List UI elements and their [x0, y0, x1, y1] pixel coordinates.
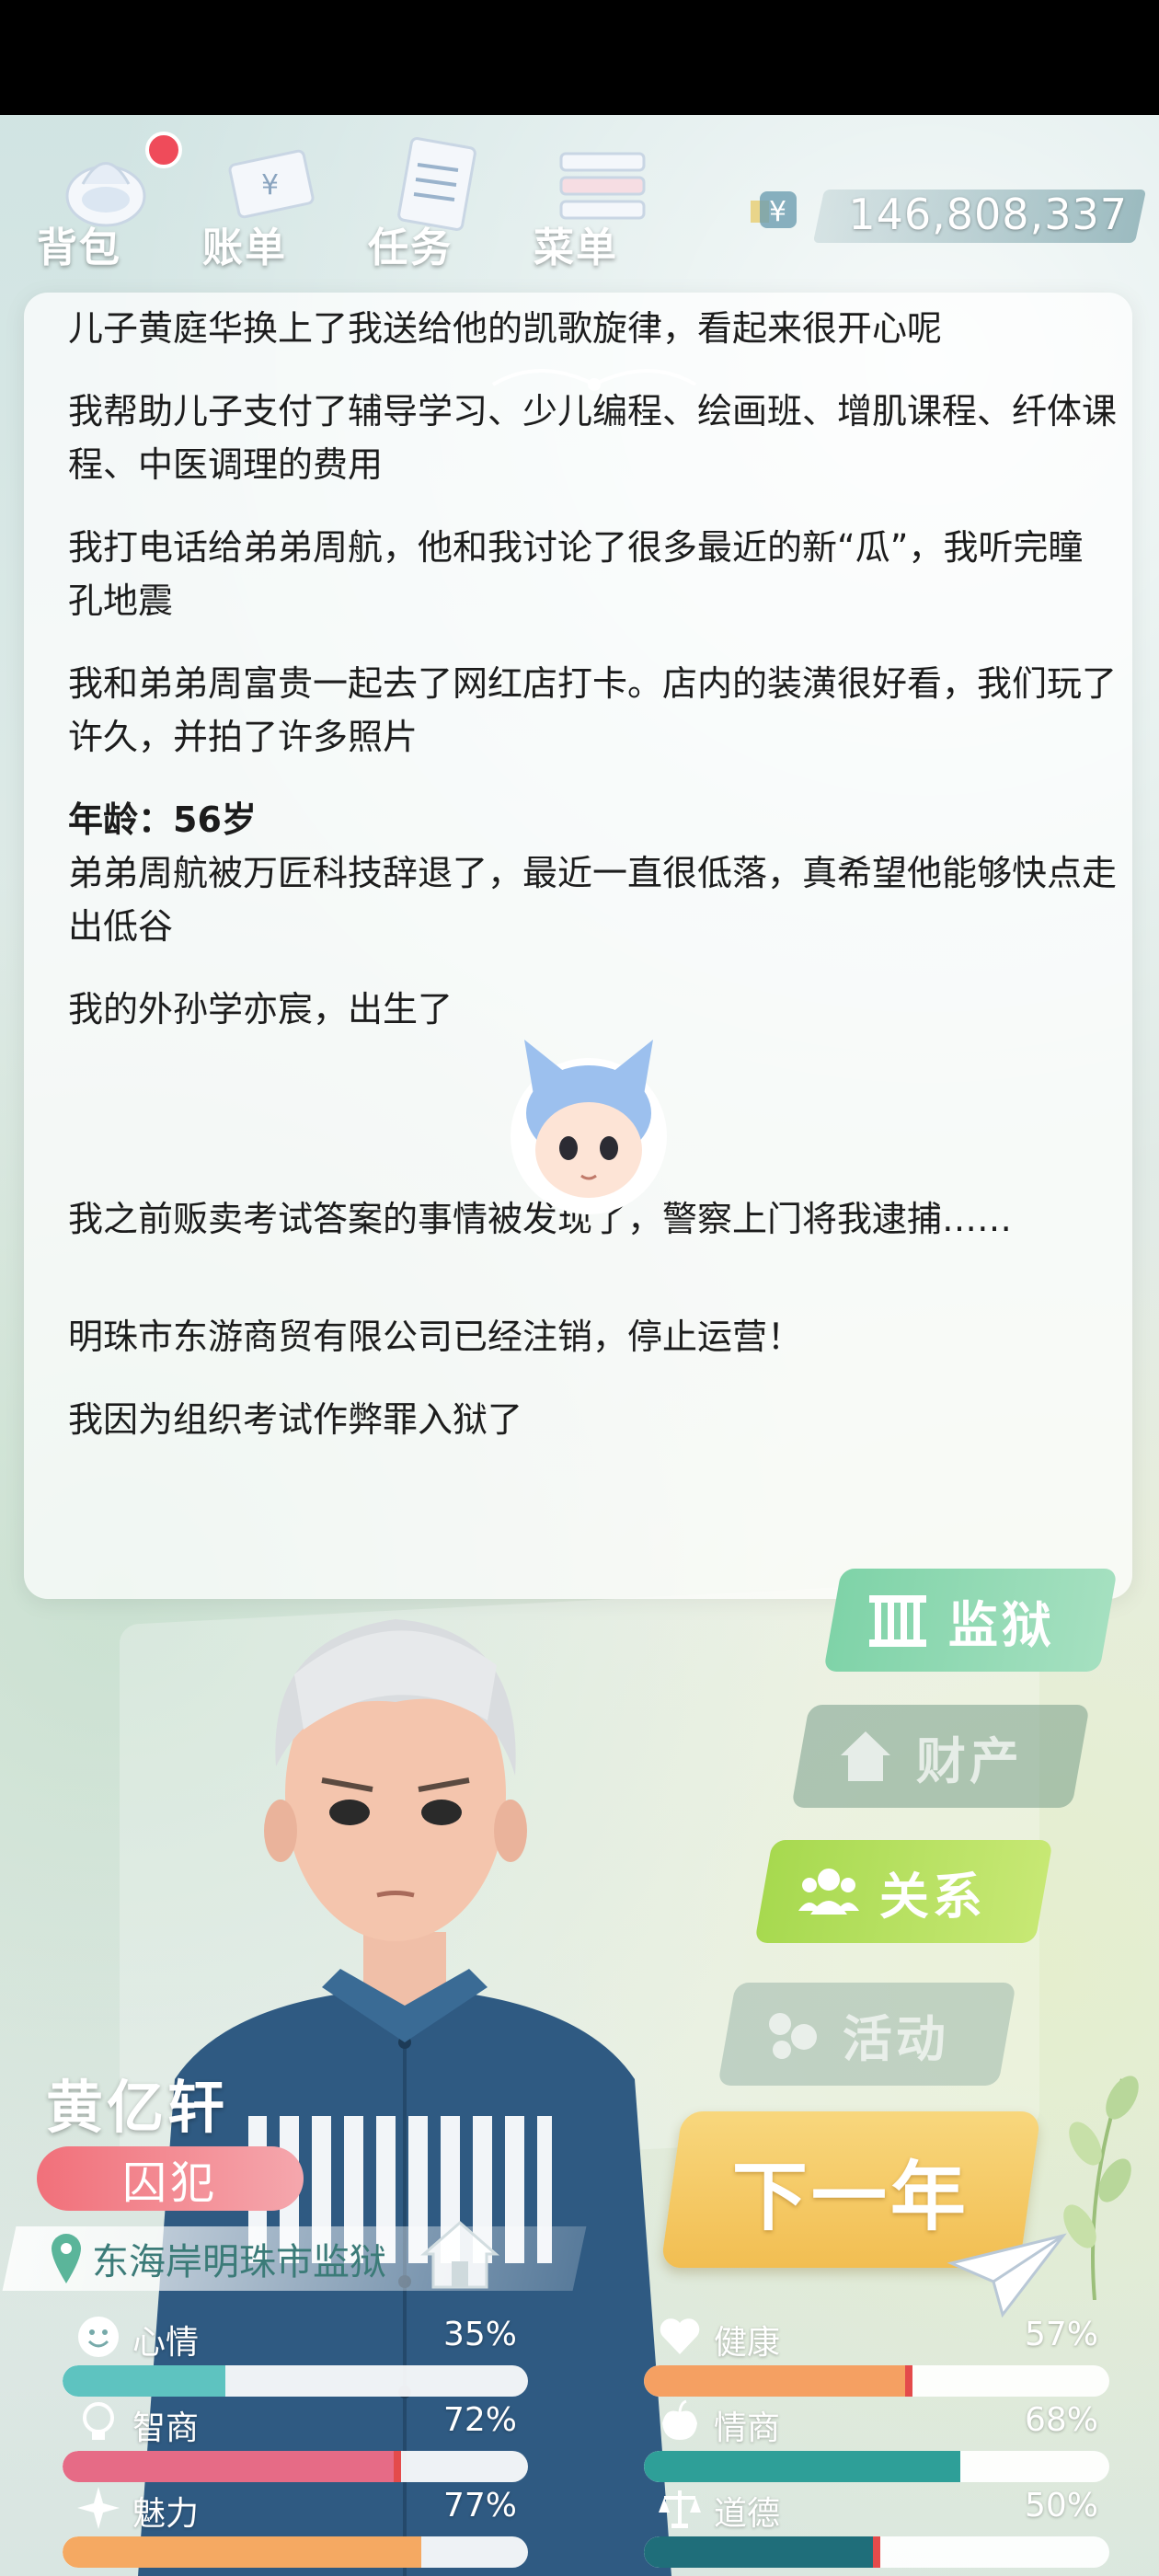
- next-year-label: 下一年: [731, 2153, 970, 2241]
- log-entry: 我打电话给弟弟周航，他和我讨论了很多最近的新“瓜”，我听完瞳孔地震: [68, 527, 1084, 621]
- activity-label: 活动: [843, 2009, 949, 2068]
- location-pin-icon: [52, 2234, 81, 2283]
- menu-label: 菜单: [534, 224, 618, 271]
- house-icon: [841, 1731, 890, 1781]
- svg-text:¥: ¥: [769, 196, 786, 228]
- status-badge: 囚犯: [37, 2146, 304, 2211]
- home-icon[interactable]: [419, 2217, 501, 2291]
- stat-bar: [644, 2365, 1109, 2397]
- stat-health: 健康 57%: [613, 2314, 1109, 2398]
- relation-label: 关系: [879, 1867, 986, 1926]
- smile-icon: [78, 2317, 119, 2357]
- task-button[interactable]: 任务: [359, 124, 478, 281]
- stat-charm: 魅力 77%: [31, 2485, 528, 2570]
- event-log: 儿子黄庭华换上了我送给他的凯歌旋律，看起来很开心呢 我帮助儿子支付了辅导学习、少…: [68, 308, 1118, 1476]
- baby-avatar-icon: [511, 1040, 667, 1214]
- sparkle-icon: [77, 2487, 120, 2529]
- stat-bar: [644, 2451, 1109, 2482]
- activity-button[interactable]: 活动: [717, 1983, 1016, 2086]
- log-entry: 弟弟周航被万匠科技辞退了，最近一直很低落，真希望他能够快点走出低谷: [68, 853, 1118, 947]
- top-toolbar: 背包 ¥ 账单 任务 菜单: [28, 124, 671, 281]
- stat-marker: [905, 2365, 913, 2397]
- scale-icon: [659, 2490, 701, 2528]
- stat-marker: [873, 2536, 880, 2568]
- prison-label: 监狱: [948, 1595, 1055, 1654]
- bill-button[interactable]: ¥ 账单: [193, 124, 315, 281]
- status-bar: [0, 0, 1159, 115]
- backpack-label: 背包: [37, 224, 121, 271]
- people-icon: [798, 1869, 859, 1915]
- log-entry: 我的外孙学亦宸，出生了: [68, 989, 453, 1029]
- backpack-button[interactable]: 背包: [28, 124, 182, 281]
- stat-morality: 道德 50%: [613, 2485, 1109, 2570]
- log-entry: 我和弟弟周富贵一起去了网红店打卡。店内的装潢很好看，我们玩了许久，并拍了许多照片: [68, 663, 1118, 757]
- stat-bar: [63, 2536, 528, 2568]
- stat-fill: [63, 2451, 398, 2482]
- stats-panel: 心情 35% 健康 57% 智商 72% 情商 68% 魅力 77% 道德 50…: [31, 2305, 1135, 2576]
- bulb-icon: [83, 2402, 114, 2440]
- apple-icon: [662, 2399, 697, 2440]
- stat-fill: [644, 2451, 961, 2482]
- status-label: 囚犯: [121, 2157, 218, 2209]
- stat-fill: [63, 2365, 226, 2397]
- event-log-panel[interactable]: 儿子黄庭华换上了我送给他的凯歌旋律，看起来很开心呢 我帮助儿子支付了辅导学习、少…: [24, 293, 1132, 1599]
- stat-bar: [63, 2365, 528, 2397]
- age-title: 年龄：56岁: [68, 799, 257, 840]
- stat-eq: 情商 68%: [613, 2399, 1109, 2484]
- svg-text:¥: ¥: [261, 169, 279, 201]
- log-entry: 我帮助儿子支付了辅导学习、少儿编程、绘画班、增肌课程、纤体课程、中医调理的费用: [68, 391, 1118, 485]
- relation-button[interactable]: 关系: [754, 1840, 1053, 1943]
- task-label: 任务: [368, 224, 453, 271]
- heart-icon: [660, 2318, 700, 2354]
- stat-fill: [63, 2536, 421, 2568]
- stat-marker: [394, 2451, 402, 2482]
- character-name: 黄亿轩: [46, 2074, 229, 2141]
- stat-bar: [63, 2451, 528, 2482]
- stat-iq: 智商 72%: [31, 2399, 528, 2484]
- stat-mood: 心情 35%: [31, 2314, 528, 2398]
- property-label: 财产: [916, 1731, 1023, 1790]
- location-text: 东海岸明珠市监狱: [92, 2241, 386, 2283]
- money-value: 146,808,337: [848, 190, 1128, 239]
- menu-button[interactable]: 菜单: [524, 124, 646, 281]
- stat-fill: [644, 2536, 877, 2568]
- log-entry: 儿子黄庭华换上了我送给他的凯歌旋律，看起来很开心呢: [68, 308, 943, 349]
- stat-fill: [644, 2365, 910, 2397]
- notification-badge: [145, 132, 182, 168]
- money-display: ¥ 146,808,337: [736, 184, 1147, 248]
- log-entry: 我因为组织考试作弊罪入狱了: [68, 1399, 523, 1440]
- activity-icon: [769, 2013, 817, 2059]
- prison-button[interactable]: 监狱: [823, 1569, 1118, 1672]
- prison-bars-icon: [869, 1595, 926, 1647]
- log-entry: 明珠市东游商贸有限公司已经注销，停止运营！: [68, 1317, 803, 1357]
- stat-bar: [644, 2536, 1109, 2568]
- bill-label: 账单: [202, 224, 287, 271]
- property-button[interactable]: 财产: [791, 1705, 1090, 1808]
- yuan-coin-icon: ¥: [751, 191, 797, 228]
